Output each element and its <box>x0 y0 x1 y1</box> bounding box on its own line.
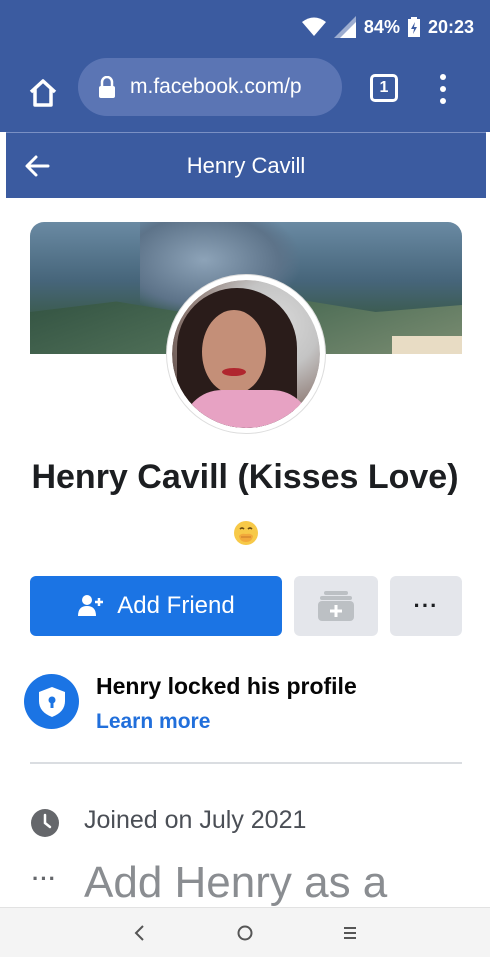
url-text: m.facebook.com/p <box>130 75 302 98</box>
tab-switcher-button[interactable]: 1 <box>370 74 398 102</box>
shield-lock-icon <box>24 674 79 729</box>
system-nav-bar <box>0 907 490 957</box>
status-bar: 84% 20:23 <box>0 0 490 58</box>
more-options-button[interactable]: ··· <box>390 576 462 636</box>
face-with-hand-over-mouth-icon <box>234 521 258 545</box>
nav-recents-icon[interactable] <box>338 922 362 944</box>
more-dots-icon: ··· <box>32 866 57 891</box>
learn-more-link[interactable]: Learn more <box>96 710 210 734</box>
clock-time: 20:23 <box>427 16 474 37</box>
clock-icon <box>31 809 59 837</box>
add-friend-label: Add Friend <box>117 592 235 619</box>
profile-picture[interactable] <box>167 275 325 433</box>
add-friend-button[interactable]: Add Friend <box>30 576 282 636</box>
nav-back-icon[interactable] <box>128 922 152 944</box>
page-header: Henry Cavill <box>6 132 486 198</box>
browser-menu-icon[interactable] <box>434 74 452 104</box>
profile-name: Henry Cavill (Kisses Love) <box>31 458 459 496</box>
battery-percentage: 84% <box>363 16 400 37</box>
add-card-icon <box>318 591 354 621</box>
wifi-icon <box>301 17 326 36</box>
home-icon[interactable] <box>26 76 60 110</box>
lock-icon <box>99 76 115 98</box>
battery-charging-icon <box>407 17 420 37</box>
browser-toolbar: m.facebook.com/p 1 <box>0 58 490 132</box>
page-title: Henry Cavill <box>186 153 306 178</box>
locked-profile-title: Henry locked his profile <box>96 673 357 699</box>
add-person-icon <box>78 595 104 616</box>
joined-date: Joined on July 2021 <box>84 806 307 834</box>
divider <box>30 762 462 764</box>
add-as-text: Add Henry as a <box>84 858 388 907</box>
nav-home-icon[interactable] <box>233 922 257 944</box>
more-dots-icon: ··· <box>413 593 439 618</box>
add-to-story-button[interactable] <box>294 576 378 636</box>
tab-count: 1 <box>379 79 389 96</box>
address-bar[interactable]: m.facebook.com/p <box>78 58 342 116</box>
signal-icon <box>333 16 356 38</box>
